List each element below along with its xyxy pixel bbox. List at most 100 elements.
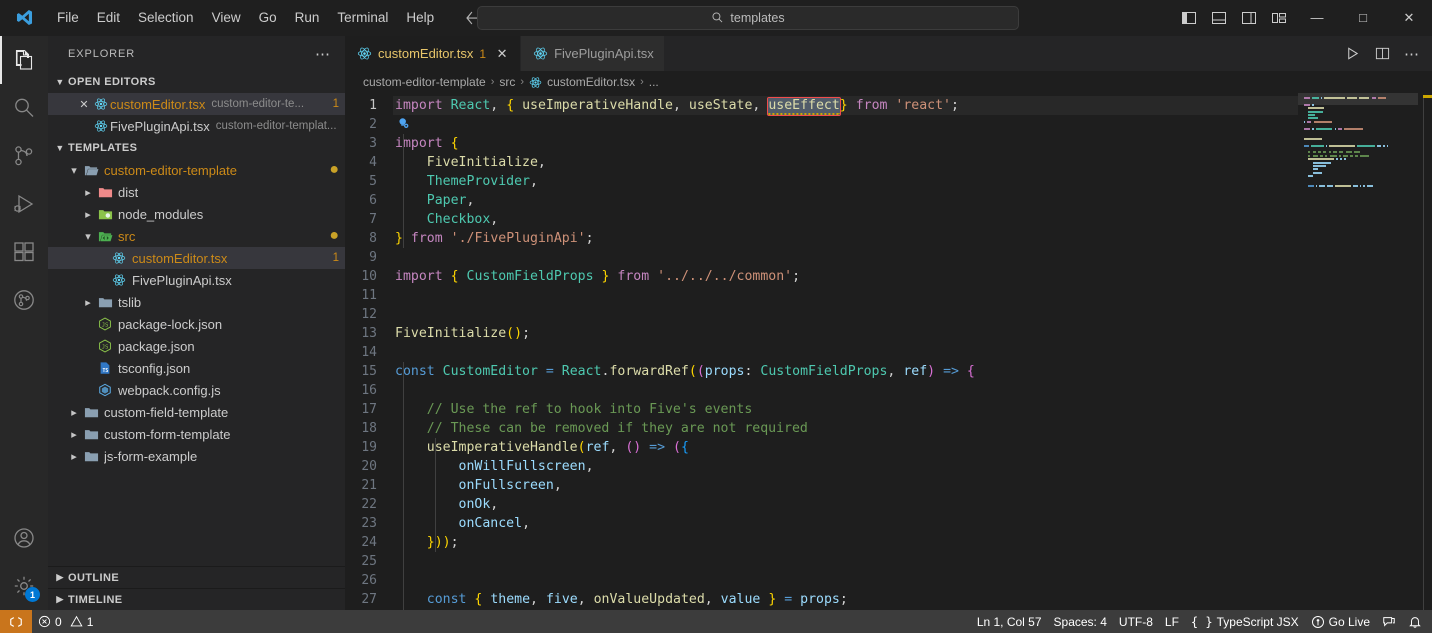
section-open-editors[interactable]: ▼ OPEN EDITORS bbox=[48, 71, 345, 93]
ellipsis-icon[interactable]: ⋯ bbox=[309, 45, 337, 63]
split-editor-icon[interactable] bbox=[1368, 36, 1396, 71]
status-language-mode[interactable]: { } TypeScript JSX bbox=[1185, 610, 1305, 633]
activitybar-item-manage[interactable]: 1 bbox=[0, 562, 48, 610]
activitybar-item-accounts[interactable] bbox=[0, 514, 48, 562]
code-line[interactable] bbox=[393, 609, 1298, 610]
editor-scrollbar[interactable] bbox=[1418, 93, 1432, 610]
activitybar-item-search[interactable] bbox=[0, 84, 48, 132]
section-outline[interactable]: ▶ OUTLINE bbox=[48, 566, 345, 588]
code-line[interactable]: import React, { useImperativeHandle, use… bbox=[393, 96, 1298, 115]
command-center[interactable]: templates bbox=[477, 6, 1019, 30]
tree-folder-src[interactable]: ▾src● bbox=[48, 225, 345, 247]
open-editor-item-customeditor[interactable]: ✕ customEditor.tsx custom-editor-te... 1 bbox=[48, 93, 345, 115]
activitybar-item-source-control[interactable] bbox=[0, 132, 48, 180]
code-line[interactable]: const { theme, five, onValueUpdated, val… bbox=[393, 590, 1298, 609]
code-action-lightbulb-icon[interactable] bbox=[397, 117, 410, 130]
menu-help[interactable]: Help bbox=[397, 6, 443, 30]
tree-file-package-json[interactable]: JSpackage.json bbox=[48, 335, 345, 357]
code-line[interactable] bbox=[393, 286, 1298, 305]
window-maximize-button[interactable]: □ bbox=[1340, 0, 1386, 36]
code-editor[interactable]: 1234567891011121314151617181920212223242… bbox=[345, 93, 1432, 610]
menu-file[interactable]: File bbox=[48, 6, 88, 30]
layout-icon[interactable] bbox=[1264, 0, 1294, 36]
ellipsis-icon[interactable]: ⋯ bbox=[1398, 36, 1426, 71]
status-indentation[interactable]: Spaces: 4 bbox=[1048, 610, 1113, 633]
activitybar-item-gitlens[interactable] bbox=[0, 276, 48, 324]
code-line[interactable]: })); bbox=[393, 533, 1298, 552]
code-line[interactable]: FiveInitialize(); bbox=[393, 324, 1298, 343]
code-line[interactable]: Checkbox, bbox=[393, 210, 1298, 229]
tree-folder-node-modules[interactable]: ▸node_modules bbox=[48, 203, 345, 225]
minimap-slider[interactable] bbox=[1298, 93, 1418, 105]
tree-folder-custom-field-template[interactable]: ▸custom-field-template bbox=[48, 401, 345, 423]
code-line[interactable]: import { bbox=[393, 134, 1298, 153]
close-icon[interactable]: ✕ bbox=[76, 98, 92, 111]
window-minimize-button[interactable]: — bbox=[1294, 0, 1340, 36]
status-go-live[interactable]: Go Live bbox=[1305, 610, 1376, 633]
status-notifications[interactable] bbox=[1402, 610, 1428, 633]
panel-left-icon[interactable] bbox=[1174, 0, 1204, 36]
panel-right-icon[interactable] bbox=[1234, 0, 1264, 36]
minimap[interactable] bbox=[1298, 93, 1418, 610]
code-line[interactable] bbox=[393, 115, 1298, 134]
breadcrumb-item-0[interactable]: custom-editor-template bbox=[363, 75, 486, 89]
code-line[interactable] bbox=[393, 552, 1298, 571]
status-problems[interactable]: 0 1 bbox=[32, 610, 99, 633]
breadcrumb-item-2[interactable]: customEditor.tsx bbox=[547, 75, 635, 89]
menu-edit[interactable]: Edit bbox=[88, 6, 129, 30]
tree-folder-js-form-example[interactable]: ▸js-form-example bbox=[48, 445, 345, 467]
close-icon[interactable]: ✕ bbox=[494, 46, 510, 62]
code-line[interactable]: } from './FivePluginApi'; bbox=[393, 229, 1298, 248]
tab-customeditor-tsx[interactable]: customEditor.tsx 1 ✕ bbox=[345, 36, 521, 71]
panel-bottom-icon[interactable] bbox=[1204, 0, 1234, 36]
status-encoding[interactable]: UTF-8 bbox=[1113, 610, 1159, 633]
tree-file-webpack-config-js[interactable]: webpack.config.js bbox=[48, 379, 345, 401]
activitybar-item-explorer[interactable] bbox=[0, 36, 48, 84]
code-line[interactable]: ThemeProvider, bbox=[393, 172, 1298, 191]
activitybar-item-extensions[interactable] bbox=[0, 228, 48, 276]
menu-terminal[interactable]: Terminal bbox=[328, 6, 397, 30]
tab-fivepluginapi-tsx[interactable]: FivePluginApi.tsx bbox=[521, 36, 665, 71]
status-eol[interactable]: LF bbox=[1159, 610, 1185, 633]
code-line[interactable] bbox=[393, 381, 1298, 400]
menu-selection[interactable]: Selection bbox=[129, 6, 203, 30]
code-line[interactable] bbox=[393, 305, 1298, 324]
code-line[interactable]: useImperativeHandle(ref, () => ({ bbox=[393, 438, 1298, 457]
code-line[interactable] bbox=[393, 343, 1298, 362]
code-line[interactable]: import { CustomFieldProps } from '../../… bbox=[393, 267, 1298, 286]
breadcrumb-item-1[interactable]: src bbox=[499, 75, 515, 89]
tree-file-customeditor-tsx[interactable]: customEditor.tsx1 bbox=[48, 247, 345, 269]
tree-file-package-lock-json[interactable]: JSpackage-lock.json bbox=[48, 313, 345, 335]
tree-folder-custom-editor-template[interactable]: ▾custom-editor-template● bbox=[48, 159, 345, 181]
tree-file-fivepluginapi-tsx[interactable]: FivePluginApi.tsx bbox=[48, 269, 345, 291]
section-timeline[interactable]: ▶ TIMELINE bbox=[48, 588, 345, 610]
tree-file-tsconfig-json[interactable]: TStsconfig.json bbox=[48, 357, 345, 379]
open-editor-item-fivepluginapi[interactable]: FivePluginApi.tsx custom-editor-templat.… bbox=[48, 115, 345, 137]
menu-view[interactable]: View bbox=[203, 6, 250, 30]
section-templates[interactable]: ▼ TEMPLATES bbox=[48, 137, 345, 159]
code-line[interactable]: onCancel, bbox=[393, 514, 1298, 533]
code-line[interactable]: const CustomEditor = React.forwardRef((p… bbox=[393, 362, 1298, 381]
code-line[interactable]: onFullscreen, bbox=[393, 476, 1298, 495]
code-line[interactable] bbox=[393, 248, 1298, 267]
menu-run[interactable]: Run bbox=[286, 6, 329, 30]
tree-folder-dist[interactable]: ▸dist bbox=[48, 181, 345, 203]
status-editor-position[interactable]: Ln 1, Col 57 bbox=[971, 610, 1048, 633]
tree-folder-custom-form-template[interactable]: ▸custom-form-template bbox=[48, 423, 345, 445]
code-line[interactable]: FiveInitialize, bbox=[393, 153, 1298, 172]
code-line[interactable]: onOk, bbox=[393, 495, 1298, 514]
code-line[interactable]: Paper, bbox=[393, 191, 1298, 210]
tree-folder-tslib[interactable]: ▸tslib bbox=[48, 291, 345, 313]
remote-window-icon[interactable] bbox=[0, 610, 32, 633]
window-close-button[interactable]: ✕ bbox=[1386, 0, 1432, 36]
code-line[interactable]: // Use the ref to hook into Five's event… bbox=[393, 400, 1298, 419]
code-line[interactable]: onWillFullscreen, bbox=[393, 457, 1298, 476]
code-line[interactable] bbox=[393, 571, 1298, 590]
menu-go[interactable]: Go bbox=[250, 6, 286, 30]
breadcrumb-item-3[interactable]: ... bbox=[649, 75, 659, 89]
status-feedback[interactable] bbox=[1376, 610, 1402, 633]
code-line[interactable]: // These can be removed if they are not … bbox=[393, 419, 1298, 438]
play-icon[interactable] bbox=[1338, 36, 1366, 71]
code-content[interactable]: import React, { useImperativeHandle, use… bbox=[393, 93, 1298, 610]
activitybar-item-run-and-debug[interactable] bbox=[0, 180, 48, 228]
